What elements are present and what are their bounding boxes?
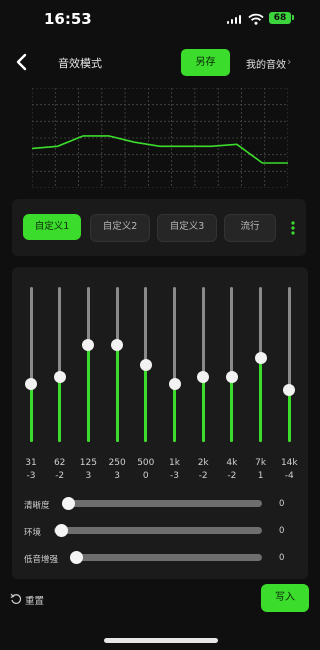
eq-band-thumb[interactable]: [53, 371, 66, 384]
eq-band-thumb[interactable]: [168, 377, 181, 390]
save-as-button[interactable]: 另存: [181, 49, 230, 76]
more-vertical-icon[interactable]: [288, 220, 298, 236]
eq-band-thumb[interactable]: [254, 352, 267, 365]
eq-band-fill: [58, 377, 62, 442]
battery-icon: 68: [269, 12, 291, 24]
reset-icon[interactable]: [10, 593, 22, 605]
clarity-slider-thumb[interactable]: [62, 497, 75, 510]
preset-tab-custom2[interactable]: 自定义2: [90, 214, 150, 242]
eq-band-frequency: 31: [25, 458, 37, 468]
eq-band-fill: [287, 390, 291, 442]
eq-band-thumb[interactable]: [283, 384, 296, 397]
ambience-slider-thumb[interactable]: [55, 524, 68, 537]
chart-grid: [32, 88, 288, 188]
eq-curve-line: [32, 135, 288, 164]
eq-curve-chart: [32, 88, 288, 188]
preset-tab-custom1[interactable]: 自定义1: [23, 214, 81, 240]
clarity-slider[interactable]: [62, 500, 262, 507]
eq-band-frequency: 62: [53, 458, 66, 468]
eq-band-gain: 3: [114, 471, 120, 481]
ambience-value: 0: [279, 526, 285, 536]
eq-band-thumb[interactable]: [139, 358, 152, 371]
eq-band-fill: [115, 345, 119, 442]
eq-band-fill: [173, 383, 176, 442]
clarity-value: 0: [279, 499, 285, 509]
eq-band-gain: -3: [170, 471, 179, 481]
eq-band-gain: -4: [284, 471, 294, 481]
chevron-right-icon: ›: [287, 55, 292, 68]
eq-band-frequency: 1k: [169, 458, 180, 468]
eq-band-thumb[interactable]: [225, 371, 238, 384]
eq-band-frequency: 125: [79, 458, 97, 468]
eq-band-gain: 3: [85, 471, 92, 481]
back-icon[interactable]: [12, 50, 34, 74]
eq-band-frequency: 4k: [226, 458, 238, 468]
preset-panel: 自定义1 自定义2 自定义3 流行: [12, 199, 306, 256]
eq-band-gain: -2: [227, 471, 237, 481]
eq-band-thumb[interactable]: [111, 339, 124, 352]
bass-boost-slider[interactable]: [70, 554, 262, 561]
eq-band-gain: -2: [198, 471, 208, 481]
eq-panel: 31 -3 62 -2 125 3 250 3 500 0 1k -3 2k -2 4k -2 7k 1 14k -4…: [12, 267, 308, 579]
eq-band-frequency: 14k: [280, 458, 298, 468]
eq-band-frequency: 7k: [255, 458, 267, 468]
ambience-label: 环境: [24, 528, 42, 538]
bass-boost-label: 低音增强: [24, 555, 59, 565]
home-indicator: [104, 638, 218, 643]
my-effects-link[interactable]: 我的音效: [246, 56, 286, 71]
eq-band-thumb[interactable]: [197, 371, 210, 384]
eq-band-thumb[interactable]: [25, 377, 37, 390]
eq-band-fill: [259, 358, 263, 442]
reset-button[interactable]: 重置: [25, 593, 44, 607]
eq-band-thumb[interactable]: [82, 339, 95, 352]
status-time: 16:53: [44, 10, 92, 28]
eq-band-fill: [201, 377, 205, 442]
eq-band-frequency: 2k: [197, 458, 209, 468]
clarity-label: 清晰度: [24, 501, 50, 511]
ambience-slider[interactable]: [54, 527, 262, 534]
eq-band-gain: 1: [257, 471, 264, 481]
wifi-icon: [248, 13, 264, 25]
write-button[interactable]: 写入: [261, 584, 309, 612]
bass-boost-slider-thumb[interactable]: [70, 551, 83, 564]
eq-band-fill: [230, 377, 234, 442]
eq-band-gain: -3: [26, 471, 36, 481]
signal-icon: [227, 15, 243, 24]
eq-band-fill: [29, 383, 33, 442]
eq-band-gain: -2: [55, 471, 65, 481]
eq-band-frequency: 500: [137, 458, 155, 468]
eq-band-frequency: 250: [108, 458, 126, 468]
eq-band-fill: [144, 364, 148, 442]
bass-boost-value: 0: [279, 553, 285, 563]
eq-band-gain: 0: [142, 471, 149, 481]
eq-band-fill: [86, 345, 90, 442]
preset-tab-pop[interactable]: 流行: [224, 214, 276, 242]
battery-tip: [292, 15, 294, 20]
page-title: 音效模式: [58, 57, 102, 70]
preset-tab-custom3[interactable]: 自定义3: [157, 214, 217, 242]
